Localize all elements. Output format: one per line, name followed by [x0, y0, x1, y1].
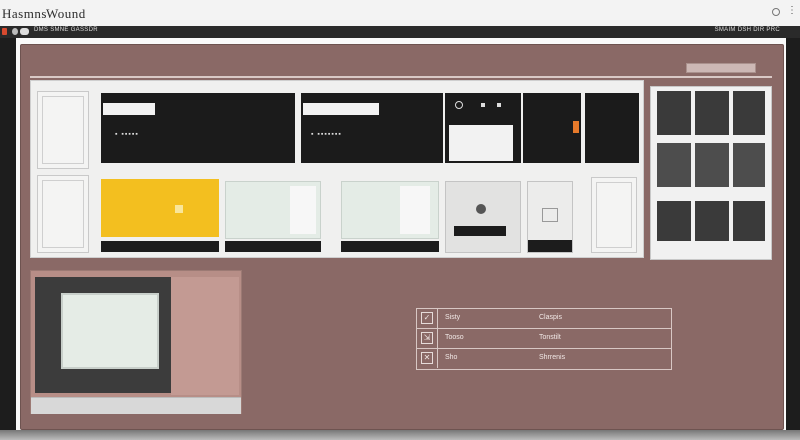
right-frame — [786, 38, 800, 434]
unit-label — [303, 103, 379, 115]
spec-table: ✓ Sisty Claspis ⇲ Tooso Tonstilt ✕ Sho S… — [416, 308, 672, 370]
row-value: Shrrenis — [539, 354, 566, 361]
window-pane — [733, 143, 765, 187]
app-title: Hasmns — [2, 6, 47, 21]
close-icon[interactable]: ✕ — [421, 352, 433, 364]
table-row[interactable]: ✕ Sho Shrrenis — [417, 349, 671, 369]
door-panel — [400, 186, 430, 234]
oven-unit[interactable] — [445, 93, 521, 163]
strip-left-text: DMS SMNE GASSDR — [34, 27, 98, 33]
cell-divider — [437, 349, 438, 368]
window-pane — [733, 91, 765, 135]
expand-icon[interactable]: ⇲ — [421, 332, 433, 344]
lower-cabinet-door[interactable] — [37, 175, 89, 253]
cell-divider — [437, 329, 438, 348]
row-value: Tonstilt — [539, 334, 561, 341]
panel-handle[interactable] — [686, 63, 756, 73]
kitchen-elevation: ▪ ▪▪▪▪▪ ▪ ▪▪▪▪▪▪▪ — [30, 80, 644, 258]
status-dot-icon — [12, 28, 18, 35]
appliance-side-panel — [171, 277, 239, 395]
menu-dot-icon[interactable]: ⋮ — [787, 6, 797, 16]
handle-icon — [573, 121, 579, 133]
cell-divider — [437, 309, 438, 328]
glass-cabinet-2[interactable] — [341, 181, 439, 239]
upper-unit-2[interactable]: ▪ ▪▪▪▪▪▪▪ — [301, 93, 443, 163]
unit-indicator: ▪ ▪▪▪▪▪▪▪ — [311, 131, 342, 138]
yellow-drawer[interactable] — [101, 179, 219, 237]
door-panel — [290, 186, 316, 234]
appliance-preview[interactable] — [30, 270, 242, 414]
bottom-bar — [0, 430, 800, 440]
plinth — [225, 241, 321, 252]
strip-right-text: SMAIM DSH DIR PRC — [714, 27, 780, 33]
check-icon[interactable]: ✓ — [421, 312, 433, 324]
oven-door — [449, 125, 513, 161]
left-frame — [0, 38, 16, 434]
window-pane — [733, 201, 765, 241]
window-frame — [650, 86, 772, 260]
upper-unit-3[interactable] — [523, 93, 581, 163]
appliance-base — [31, 397, 241, 414]
appliance-body — [35, 277, 171, 393]
plinth — [528, 240, 572, 252]
glass-cabinet-1[interactable] — [225, 181, 321, 239]
title-bar: Hasmns Wound ⋮ — [0, 0, 800, 27]
control-bar — [454, 226, 506, 236]
drawer-handle-icon — [175, 205, 183, 213]
window-pane — [695, 143, 729, 187]
appliance-window — [61, 293, 159, 369]
dishwasher[interactable] — [445, 181, 521, 253]
window-pane — [657, 91, 691, 135]
row-label: Sisty — [445, 314, 461, 321]
table-row[interactable]: ⇲ Tooso Tonstilt — [417, 329, 671, 349]
upper-unit-1[interactable]: ▪ ▪▪▪▪▪ — [101, 93, 295, 163]
plinth — [341, 241, 439, 252]
toggle-icon[interactable] — [20, 28, 29, 35]
dial-icon — [476, 204, 486, 214]
tab-strip: DMS SMNE GASSDR SMAIM DSH DIR PRC — [0, 26, 800, 38]
window-pane — [695, 91, 729, 135]
end-cabinet-door[interactable] — [591, 177, 637, 253]
window-pane — [695, 201, 729, 241]
small-cabinet[interactable] — [527, 181, 573, 253]
oven-knob-icon — [455, 101, 463, 109]
row-label: Sho — [445, 354, 458, 361]
oven-led-icon — [481, 103, 485, 107]
oven-led-icon — [497, 103, 501, 107]
row-value: Claspis — [539, 314, 562, 321]
upper-cabinet-door[interactable] — [37, 91, 89, 169]
upper-unit-4[interactable] — [585, 93, 639, 163]
app-icon[interactable] — [2, 28, 7, 35]
page-title: Wound — [46, 6, 86, 21]
panel-divider — [30, 76, 772, 78]
unit-indicator: ▪ ▪▪▪▪▪ — [115, 131, 139, 138]
window-pane — [657, 143, 691, 187]
row-label: Tooso — [445, 334, 464, 341]
window-pane — [657, 201, 691, 241]
table-row[interactable]: ✓ Sisty Claspis — [417, 309, 671, 329]
plinth — [101, 241, 219, 252]
unit-label — [103, 103, 155, 115]
square-handle-icon — [542, 208, 558, 222]
pin-icon[interactable] — [772, 8, 780, 16]
